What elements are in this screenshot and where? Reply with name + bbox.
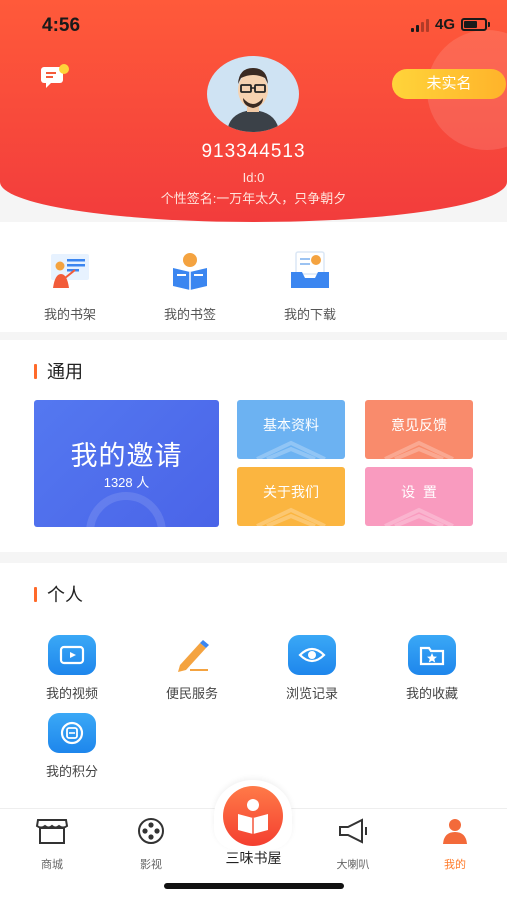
user-id: Id:0 [242,170,265,185]
quick-actions-panel: 我的书架 我的书签 我的下载 [0,222,507,332]
video-icon [48,635,96,675]
section-title-bar [34,363,37,379]
points-icon [48,713,96,753]
battery-icon [461,18,490,31]
personal-section: 个人 我的视频 便民服务 浏览记录 我的收藏 我的积分 [0,563,507,808]
tile-about-us[interactable]: 关于我们 [237,467,345,526]
quick-item-label: 我的下载 [283,307,336,322]
quick-item-label: 我的书签 [163,307,216,322]
megaphone-icon [339,818,367,844]
bookshelf-icon [51,254,89,288]
avatar[interactable] [207,56,299,132]
tab-shop[interactable]: 商城 [17,817,87,872]
section-title-personal: 个人 [34,581,83,607]
bookstore-center-label: 三味书屋 [225,850,282,866]
tile-settings[interactable]: 设 置 [365,467,473,526]
invite-count: 1328 人 [103,475,150,490]
user-name: 913344513 [201,141,306,162]
quick-item-label: 我的书架 [43,307,96,322]
film-reel-icon [138,818,164,844]
quick-item-download[interactable]: 我的下载 [265,248,355,323]
invite-card-decoration [86,492,166,527]
tab-label: 大喇叭 [336,859,370,871]
verify-identity-button[interactable]: 未实名 [392,69,506,99]
personal-item-label: 我的视频 [45,686,98,701]
message-icon[interactable] [40,63,70,89]
personal-item-videos[interactable]: 我的视频 [24,635,120,702]
section-title-text: 个人 [47,585,83,605]
reading-person-icon [238,799,268,834]
network-label: 4G [434,16,455,33]
tile-label: 关于我们 [263,484,319,500]
tile-feedback[interactable]: 意见反馈 [365,400,473,459]
quick-item-bookshelf[interactable]: 我的书架 [25,248,115,323]
personal-item-label: 浏览记录 [285,686,338,701]
tab-label: 商城 [41,859,63,871]
tab-label: 影视 [140,859,162,871]
personal-item-points[interactable]: 我的积分 [24,713,120,780]
section-title-text: 通用 [47,362,83,382]
status-time: 4:56 [42,15,81,36]
home-indicator [164,883,344,889]
signal-icon [410,18,429,32]
section-title-general: 通用 [34,358,83,384]
personal-item-label: 我的积分 [45,764,98,779]
invite-title: 我的邀请 [70,441,183,471]
tile-chevron-decoration [256,440,326,459]
personal-item-history[interactable]: 浏览记录 [264,635,360,702]
personal-item-favorites[interactable]: 我的收藏 [384,635,480,702]
personal-item-label: 我的收藏 [405,686,458,701]
quick-item-bookmark[interactable]: 我的书签 [145,248,235,323]
tile-chevron-decoration [256,507,326,526]
tab-label: 我的 [444,859,466,871]
personal-item-services[interactable]: 便民服务 [144,635,240,702]
bookstore-center-button[interactable] [214,780,292,850]
tile-chevron-decoration [384,507,454,526]
user-signature: 个性签名:一万年太久，只争朝夕 [160,191,347,206]
my-invite-card[interactable]: 我的邀请 1328 人 [34,400,219,527]
tile-chevron-decoration [384,440,454,459]
tab-loudspeaker[interactable]: 大喇叭 [318,817,388,872]
download-tray-icon [291,251,329,288]
tab-movies[interactable]: 影视 [116,817,186,872]
bookmark-reader-icon [173,253,207,290]
tile-label: 基本资料 [263,417,319,433]
section-title-bar [34,586,37,602]
eye-icon [288,635,336,675]
status-indicators: 4G [410,16,490,33]
pencil-icon [168,635,216,675]
status-bar: 4:56 4G [0,0,507,48]
tab-mine[interactable]: 我的 [420,817,490,872]
bookstore-button-circle [223,786,283,846]
user-icon [443,819,467,844]
personal-item-label: 便民服务 [165,686,218,701]
star-folder-icon [408,635,456,675]
shop-icon [35,819,69,844]
tile-basic-info[interactable]: 基本资料 [237,400,345,459]
tile-label: 意见反馈 [391,417,447,433]
general-section: 通用 我的邀请 1328 人 基本资料 意见反馈 关于我们 设 置 [0,340,507,552]
tile-label: 设 置 [401,484,437,500]
